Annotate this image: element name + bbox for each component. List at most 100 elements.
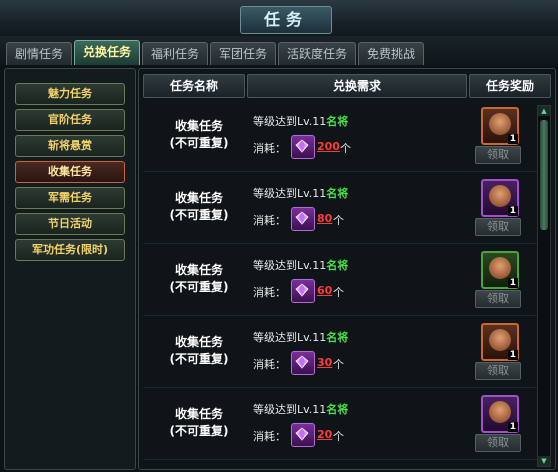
requirement-level: 等级达到Lv.11 — [253, 187, 327, 200]
sidebar-item-rank[interactable]: 官阶任务 — [15, 109, 125, 131]
task-repeat-note: (不可重复) — [169, 280, 229, 294]
cost-amount[interactable]: 80 — [317, 212, 332, 225]
task-title: 收集任务 — [174, 407, 223, 421]
general-portrait-icon — [489, 257, 511, 279]
cost-amount[interactable]: 30 — [317, 356, 332, 369]
reward-item-icon[interactable]: 1 — [481, 395, 519, 433]
cost-label: 消耗： — [253, 430, 286, 443]
cost-unit: 个 — [333, 430, 344, 443]
cost-amount[interactable]: 200 — [317, 140, 340, 153]
tab-story[interactable]: 剧情任务 — [6, 42, 72, 65]
cost-amount[interactable]: 20 — [317, 428, 332, 441]
sidebar-item-merit[interactable]: 军功任务(限时) — [15, 239, 125, 261]
table-row: 收集任务 (不可重复) 等级达到Lv.11名将 消耗： 60 个 1 领取 — [143, 245, 541, 316]
task-title: 收集任务 — [174, 335, 223, 349]
cost-line: 消耗： 200 个 — [253, 135, 383, 159]
claim-button[interactable]: 领取 — [475, 146, 521, 164]
requirement-level: 等级达到Lv.11 — [253, 331, 327, 344]
reward-item-icon[interactable]: 1 — [481, 251, 519, 289]
task-repeat-note: (不可重复) — [169, 352, 229, 366]
tab-exchange[interactable]: 兑换任务 — [74, 40, 140, 65]
scroll-up-icon[interactable]: ▲ — [538, 106, 550, 116]
scroll-down-icon[interactable]: ▼ — [538, 456, 550, 466]
task-category-sidebar: 魅力任务 官阶任务 斩将悬赏 收集任务 军需任务 节日活动 军功任务(限时) — [4, 68, 136, 470]
gem-icon — [291, 207, 315, 231]
claim-button[interactable]: 领取 — [475, 218, 521, 236]
task-name: 收集任务 (不可重复) — [143, 190, 255, 224]
column-header-reward: 任务奖励 — [469, 74, 551, 98]
requirement-level: 等级达到Lv.11 — [253, 403, 327, 416]
reward-quantity: 1 — [507, 278, 518, 288]
sidebar-item-charm[interactable]: 魅力任务 — [15, 83, 125, 105]
claim-button[interactable]: 领取 — [475, 434, 521, 452]
reward-item-icon[interactable]: 1 — [481, 107, 519, 145]
task-repeat-note: (不可重复) — [169, 424, 229, 438]
requirement-rank: 名将 — [326, 331, 349, 344]
requirement-text: 等级达到Lv.11名将 — [253, 401, 348, 417]
reward-quantity: 1 — [507, 350, 518, 360]
cost-unit: 个 — [333, 358, 344, 371]
cost-label: 消耗： — [253, 286, 286, 299]
tab-legion[interactable]: 军团任务 — [210, 42, 276, 65]
requirement-rank: 名将 — [326, 403, 349, 416]
gem-icon — [291, 279, 315, 303]
gem-icon — [291, 351, 315, 375]
requirement-level: 等级达到Lv.11 — [253, 115, 327, 128]
cost-label: 消耗： — [253, 142, 286, 155]
requirement-text: 等级达到Lv.11名将 — [253, 185, 348, 201]
task-title: 收集任务 — [174, 119, 223, 133]
cost-unit: 个 — [333, 214, 344, 227]
table-row: 收集任务 (不可重复) 等级达到Lv.11名将 消耗： 30 个 1 领取 — [143, 317, 541, 388]
task-title: 收集任务 — [174, 263, 223, 277]
column-header-name: 任务名称 — [143, 74, 245, 98]
general-portrait-icon — [489, 113, 511, 135]
cost-label: 消耗： — [253, 358, 286, 371]
task-window: 任务 剧情任务 兑换任务 福利任务 军团任务 活跃度任务 免费挑战 魅力任务 官… — [0, 0, 558, 472]
reward-quantity: 1 — [507, 134, 518, 144]
requirement-rank: 名将 — [326, 187, 349, 200]
requirement-text: 等级达到Lv.11名将 — [253, 329, 348, 345]
reward-quantity: 1 — [507, 206, 518, 216]
task-title: 收集任务 — [174, 191, 223, 205]
table-row: 收集任务 (不可重复) 等级达到Lv.11名将 消耗： 20 个 1 领取 — [143, 389, 541, 460]
gem-icon — [291, 423, 315, 447]
cost-unit: 个 — [333, 286, 344, 299]
requirement-text: 等级达到Lv.11名将 — [253, 113, 348, 129]
sidebar-item-bounty[interactable]: 斩将悬赏 — [15, 135, 125, 157]
cost-label: 消耗： — [253, 214, 286, 227]
sidebar-item-supply[interactable]: 军需任务 — [15, 187, 125, 209]
cost-line: 消耗： 20 个 — [253, 423, 383, 447]
scrollbar[interactable]: ▲ ▼ — [537, 105, 551, 467]
claim-button[interactable]: 领取 — [475, 290, 521, 308]
general-portrait-icon — [489, 329, 511, 351]
title-bar: 任务 — [0, 0, 558, 37]
scroll-thumb[interactable] — [540, 120, 548, 230]
task-name: 收集任务 (不可重复) — [143, 262, 255, 296]
sidebar-item-festival[interactable]: 节日活动 — [15, 213, 125, 235]
sidebar-item-collect[interactable]: 收集任务 — [15, 161, 125, 183]
cost-line: 消耗： 60 个 — [253, 279, 383, 303]
tab-activity[interactable]: 活跃度任务 — [278, 42, 356, 65]
cost-amount[interactable]: 60 — [317, 284, 332, 297]
cost-line: 消耗： 80 个 — [253, 207, 383, 231]
general-portrait-icon — [489, 401, 511, 423]
tab-free-challenge[interactable]: 免费挑战 — [358, 42, 424, 65]
reward-quantity: 1 — [507, 422, 518, 432]
task-name: 收集任务 (不可重复) — [143, 334, 255, 368]
reward-item-icon[interactable]: 1 — [481, 179, 519, 217]
task-name: 收集任务 (不可重复) — [143, 118, 255, 152]
requirement-rank: 名将 — [326, 115, 349, 128]
column-header-requirement: 兑换需求 — [247, 74, 467, 98]
task-name: 收集任务 (不可重复) — [143, 406, 255, 440]
reward-item-icon[interactable]: 1 — [481, 323, 519, 361]
tab-bar: 剧情任务 兑换任务 福利任务 军团任务 活跃度任务 免费挑战 — [0, 36, 558, 66]
tab-welfare[interactable]: 福利任务 — [142, 42, 208, 65]
requirement-rank: 名将 — [326, 259, 349, 272]
claim-button[interactable]: 领取 — [475, 362, 521, 380]
task-repeat-note: (不可重复) — [169, 136, 229, 150]
gem-icon — [291, 135, 315, 159]
window-title: 任务 — [240, 6, 332, 34]
task-repeat-note: (不可重复) — [169, 208, 229, 222]
requirement-level: 等级达到Lv.11 — [253, 259, 327, 272]
requirement-text: 等级达到Lv.11名将 — [253, 257, 348, 273]
